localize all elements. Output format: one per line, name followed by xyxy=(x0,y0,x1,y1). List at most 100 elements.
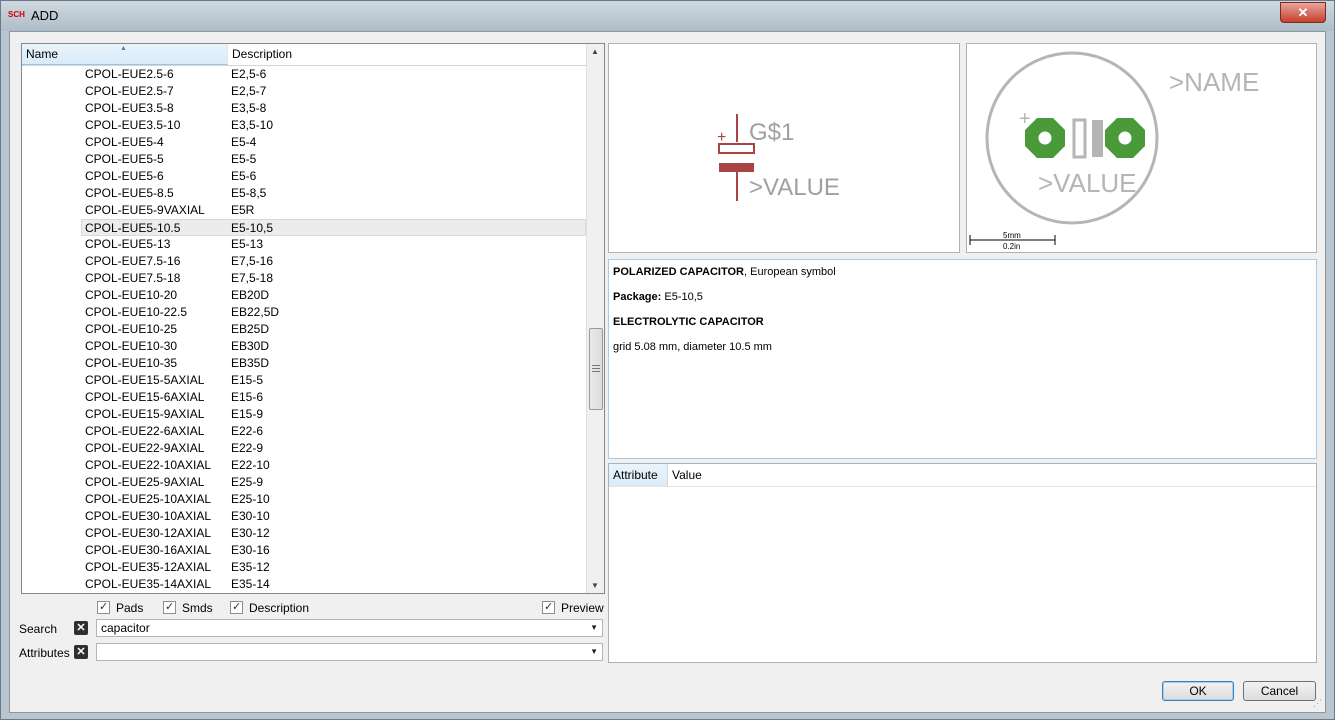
drill-hole-1 xyxy=(1037,130,1053,146)
ok-button[interactable]: OK xyxy=(1162,681,1234,701)
list-item[interactable]: CPOL-EUE2.5-7 E2,5-7 xyxy=(22,83,587,100)
scrollbar-thumb[interactable] xyxy=(589,328,603,410)
package-value: E5-10,5 xyxy=(661,291,703,303)
symbol-value-text: >VALUE xyxy=(749,174,840,201)
list-item[interactable]: CPOL-EUE10-25 EB25D xyxy=(22,321,587,338)
item-description: E5-8,5 xyxy=(231,186,267,200)
item-description: E25-10 xyxy=(231,492,270,506)
close-button[interactable]: ✕ xyxy=(1280,2,1326,23)
item-name: CPOL-EUE10-22.5 xyxy=(85,305,188,319)
item-description: E3,5-10 xyxy=(231,118,274,132)
search-label: Search xyxy=(19,622,58,636)
list-item[interactable]: CPOL-EUE3.5-10 E3,5-10 xyxy=(22,117,587,134)
symbol-name-text: G$1 xyxy=(749,119,794,146)
item-description: E5-13 xyxy=(231,237,264,251)
item-name: CPOL-EUE3.5-10 xyxy=(85,118,181,132)
list-item[interactable]: CPOL-EUE22-6AXIAL E22-6 xyxy=(22,423,587,440)
list-item[interactable]: CPOL-EUE35-12AXIAL E35-12 xyxy=(22,559,587,576)
item-name: CPOL-EUE35-12AXIAL xyxy=(85,560,212,574)
list-scrollbar[interactable]: ▲ ▼ xyxy=(586,44,604,593)
package-preview: + >NAME >VALUE 5mm 0.2in xyxy=(966,43,1317,253)
resize-grip-icon[interactable]: ⋰ xyxy=(1313,698,1322,709)
list-item[interactable]: CPOL-EUE2.5-6 E2,5-6 xyxy=(22,66,587,83)
list-item[interactable]: CPOL-EUE3.5-8 E3,5-8 xyxy=(22,100,587,117)
search-input[interactable]: capacitor ▼ xyxy=(96,619,603,637)
attributes-label: Attributes xyxy=(19,646,70,660)
item-description: EB30D xyxy=(231,339,270,353)
description-subtitle-bold: ELECTROLYTIC CAPACITOR xyxy=(613,316,764,328)
item-name: CPOL-EUE30-12AXIAL xyxy=(85,526,212,540)
item-description: E5-6 xyxy=(231,169,257,183)
chevron-down-icon[interactable]: ▼ xyxy=(590,644,598,660)
item-name: CPOL-EUE25-9AXIAL xyxy=(85,475,205,489)
list-item[interactable]: CPOL-EUE10-20 EB20D xyxy=(22,287,587,304)
library-list[interactable]: ▲ Name Description CPOL-EUE2.5-6 E2,5-6 CP… xyxy=(21,43,605,594)
capacitor-footprint: + >NAME >VALUE 5mm 0.2in xyxy=(969,51,1259,251)
item-name: CPOL-EUE2.5-6 xyxy=(85,67,174,81)
list-item[interactable]: CPOL-EUE35-14AXIAL E35-14 xyxy=(22,576,587,593)
list-item[interactable]: CPOL-EUE5-5 E5-5 xyxy=(22,151,587,168)
item-name: CPOL-EUE22-9AXIAL xyxy=(85,441,205,455)
list-item[interactable]: CPOL-EUE5-8.5 E5-8,5 xyxy=(22,185,587,202)
column-header-name[interactable]: ▲ Name xyxy=(22,44,228,65)
item-description: E15-5 xyxy=(231,373,264,387)
item-name: CPOL-EUE22-10AXIAL xyxy=(85,458,212,472)
grip-line xyxy=(592,371,600,372)
list-item[interactable]: CPOL-EUE15-5AXIAL E15-5 xyxy=(22,372,587,389)
clear-attributes-icon[interactable]: ✕ xyxy=(74,645,88,659)
attribute-table[interactable]: Attribute Value xyxy=(608,463,1317,663)
scroll-down-icon[interactable]: ▼ xyxy=(591,581,599,590)
symbol-plate-negative xyxy=(719,163,754,172)
preview-checkbox[interactable]: Preview xyxy=(542,599,604,616)
list-item[interactable]: CPOL-EUE25-10AXIAL E25-10 xyxy=(22,491,587,508)
description-checkbox[interactable]: Description xyxy=(230,599,309,616)
chevron-down-icon[interactable]: ▼ xyxy=(590,620,598,636)
list-item[interactable]: CPOL-EUE5-10.5 E5-10,5 xyxy=(81,219,586,236)
column-header-description[interactable]: Description xyxy=(228,44,587,65)
drill-hole-2 xyxy=(1117,130,1133,146)
preview-label: Preview xyxy=(561,601,604,615)
column-header-value[interactable]: Value xyxy=(668,464,702,486)
attributes-input[interactable]: ▼ xyxy=(96,643,603,661)
list-header: ▲ Name Description xyxy=(22,44,587,66)
item-description: E30-10 xyxy=(231,509,270,523)
item-description: E5-5 xyxy=(231,152,257,166)
item-name: CPOL-EUE30-10AXIAL xyxy=(85,509,212,523)
list-item[interactable]: CPOL-EUE10-22.5 EB22,5D xyxy=(22,304,587,321)
list-item[interactable]: CPOL-EUE22-9AXIAL E22-9 xyxy=(22,440,587,457)
list-item[interactable]: CPOL-EUE7.5-18 E7,5-18 xyxy=(22,270,587,287)
title-bar[interactable]: SCH ADD ✕ xyxy=(1,1,1334,31)
list-item[interactable]: CPOL-EUE30-12AXIAL E30-12 xyxy=(22,525,587,542)
list-item[interactable]: CPOL-EUE30-10AXIAL E30-10 xyxy=(22,508,587,525)
item-name: CPOL-EUE25-10AXIAL xyxy=(85,492,212,506)
list-item[interactable]: CPOL-EUE22-10AXIAL E22-10 xyxy=(22,457,587,474)
description-title: POLARIZED CAPACITOR, European symbol xyxy=(613,266,1312,278)
list-item[interactable]: CPOL-EUE10-30 EB30D xyxy=(22,338,587,355)
item-description: E22-9 xyxy=(231,441,264,455)
smds-label: Smds xyxy=(182,601,213,615)
list-item[interactable]: CPOL-EUE7.5-16 E7,5-16 xyxy=(22,253,587,270)
cancel-button[interactable]: Cancel xyxy=(1243,681,1316,701)
list-item[interactable]: CPOL-EUE5-9VAXIAL E5R xyxy=(22,202,587,219)
column-header-attribute[interactable]: Attribute xyxy=(609,464,668,486)
clear-search-icon[interactable]: ✕ xyxy=(74,621,88,635)
list-item[interactable]: CPOL-EUE10-35 EB35D xyxy=(22,355,587,372)
item-description: EB20D xyxy=(231,288,270,302)
list-item[interactable]: CPOL-EUE5-13 E5-13 xyxy=(22,236,587,253)
smds-checkbox[interactable]: Smds xyxy=(163,599,213,616)
list-item[interactable]: CPOL-EUE30-16AXIAL E30-16 xyxy=(22,542,587,559)
list-item[interactable]: CPOL-EUE5-4 E5-4 xyxy=(22,134,587,151)
scroll-up-icon[interactable]: ▲ xyxy=(591,47,599,56)
item-name: CPOL-EUE15-5AXIAL xyxy=(85,373,205,387)
item-name: CPOL-EUE10-20 xyxy=(85,288,178,302)
list-item[interactable]: CPOL-EUE15-9AXIAL E15-9 xyxy=(22,406,587,423)
sort-ascending-icon: ▲ xyxy=(120,45,127,52)
column-header-attribute-label: Attribute xyxy=(613,468,658,482)
pads-checkbox[interactable]: Pads xyxy=(97,599,143,616)
list-item[interactable]: CPOL-EUE5-6 E5-6 xyxy=(22,168,587,185)
list-item[interactable]: CPOL-EUE25-9AXIAL E25-9 xyxy=(22,474,587,491)
package-plate-positive xyxy=(1072,118,1087,159)
package-name-text: >NAME xyxy=(1169,67,1259,97)
list-item[interactable]: CPOL-EUE15-6AXIAL E15-6 xyxy=(22,389,587,406)
item-name: CPOL-EUE5-6 xyxy=(85,169,164,183)
